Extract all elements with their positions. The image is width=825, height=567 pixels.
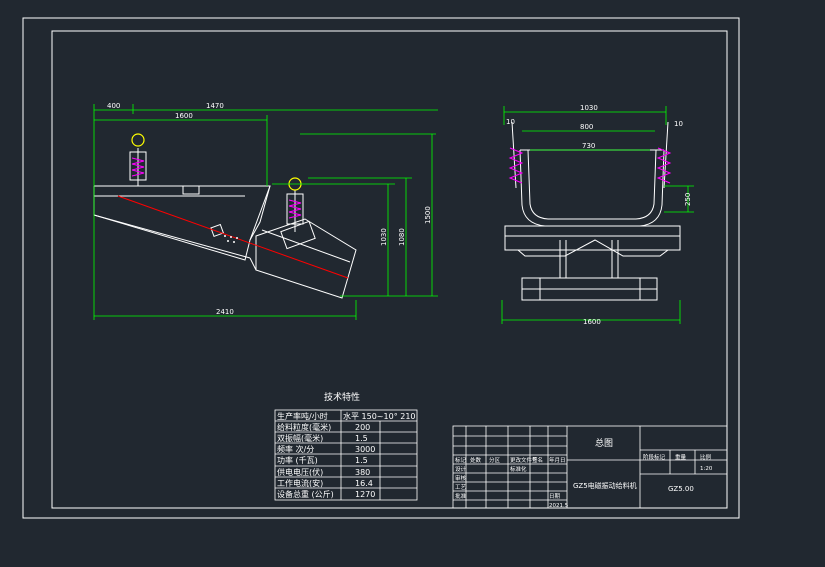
dim-1600-side: 1600 — [175, 112, 193, 120]
title-block-label: 签名 — [532, 456, 543, 464]
tech-row-label: 功率 (千瓦) — [277, 455, 318, 465]
title-block-label: 2021.5 — [549, 503, 569, 509]
end-dim-labels: 1030 800 730 250 1600 10 10 — [506, 104, 692, 326]
title-block-label: 日期 — [549, 493, 561, 500]
dim-1030-side: 1030 — [380, 228, 388, 246]
tech-row-value: 1.5 — [355, 434, 368, 443]
product-name: GZ5电磁振动给料机 — [573, 481, 637, 490]
dim-1500: 1500 — [424, 206, 432, 224]
hooks — [131, 133, 302, 191]
dim-1080: 1080 — [398, 228, 406, 246]
title-block — [452, 425, 728, 509]
springs-end — [508, 147, 672, 184]
title-block-text: 总图 GZ5电磁振动给料机 GZ5.00 阶段标记 重量 比例 1:20 — [573, 437, 713, 493]
tech-row-label: 双振幅(毫米) — [277, 433, 323, 443]
tech-row-label: 供电电压(伏) — [277, 467, 323, 477]
tech-row-value: 1.5 — [355, 456, 368, 465]
title-block-small-labels: 标记 处数 分区 更改文件号签名 年月日设计 标准化审核工艺批准 日期2021.5 — [455, 456, 569, 509]
dim-1600-end: 1600 — [583, 318, 601, 326]
title-block-label: 审核 — [455, 474, 467, 482]
title-block-label: 分区 — [489, 456, 501, 464]
tech-row-label: 给料粒度(毫米) — [277, 422, 331, 432]
dim-1470: 1470 — [206, 102, 224, 110]
tech-row-label: 设备总重 (公斤) — [277, 489, 334, 499]
dim-10-left: 10 — [506, 118, 515, 126]
title-block-label: 设计 — [455, 465, 467, 473]
title-block-label: 标准化 — [510, 465, 527, 473]
drawing-name: 总图 — [595, 437, 613, 449]
springs-side — [131, 157, 302, 219]
header-scale: 比例 — [700, 453, 712, 461]
dim-800: 800 — [580, 123, 593, 131]
tech-table-title: 技术特性 — [324, 391, 360, 403]
inner-border — [51, 30, 728, 509]
dim-10-right: 10 — [674, 120, 683, 128]
side-dimensions — [93, 104, 438, 320]
title-block-label: 工艺 — [455, 484, 467, 491]
tech-row-label: 工作电流(安) — [277, 478, 323, 488]
title-block-label: 标记 — [455, 456, 467, 464]
tech-row-label: 频率 次/分 — [277, 444, 314, 454]
centerline-dots — [224, 235, 238, 243]
tech-row-value: 380 — [355, 468, 370, 477]
tech-row-label: 生产率吨/小时 — [277, 411, 328, 421]
tech-row-value: 16.4 — [355, 479, 373, 488]
title-block-label: 批准 — [455, 492, 467, 500]
tech-row-value: 3000 — [355, 445, 375, 454]
dim-250: 250 — [684, 193, 692, 206]
tech-table-rows: 生产率吨/小时 水平 150~10° 210 给料粒度(毫米) 200 双振幅(毫米) 1… — [277, 411, 416, 499]
header-stage: 阶段标记 — [643, 453, 666, 461]
tech-row-value: 水平 150~10° 210 — [343, 411, 416, 421]
title-block-label: 年月日 — [549, 456, 566, 464]
dim-730: 730 — [582, 142, 595, 150]
end-dimensions — [501, 106, 694, 324]
centerline-side — [117, 195, 349, 279]
drawing-number: GZ5.00 — [668, 485, 694, 493]
title-block-label: 处数 — [470, 456, 482, 464]
cad-drawing: 400 1470 1600 1030 1080 1500 2410 1030 8… — [22, 17, 740, 519]
header-weight: 重量 — [675, 453, 687, 461]
dim-2410: 2410 — [216, 308, 234, 316]
scale-value: 1:20 — [700, 466, 713, 472]
tech-row-value: 1270 — [355, 490, 375, 499]
dim-400: 400 — [107, 102, 120, 110]
dim-1030-end: 1030 — [580, 104, 598, 112]
tech-row-value: 200 — [355, 423, 370, 432]
